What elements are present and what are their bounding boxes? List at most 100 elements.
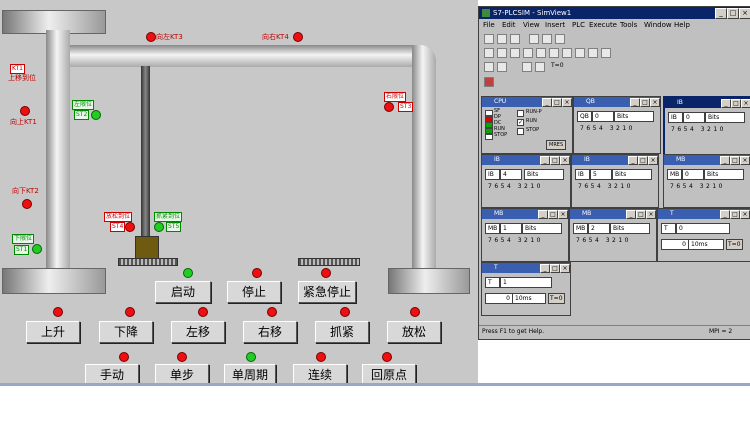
- loosen-button[interactable]: 放松: [387, 321, 441, 343]
- mb0-close-button[interactable]: ×: [740, 156, 750, 165]
- timer0-reset-button[interactable]: T=0: [726, 239, 743, 250]
- menu-plc[interactable]: PLC: [572, 20, 585, 31]
- mb1-format-dropdown[interactable]: Bits: [522, 223, 562, 234]
- continuous-cycle-icon[interactable]: [484, 62, 494, 72]
- menu-window[interactable]: Window: [644, 20, 672, 31]
- continuous-button[interactable]: 连续: [293, 364, 347, 383]
- menu-file[interactable]: File: [483, 20, 495, 31]
- ib4-close-button[interactable]: ×: [560, 156, 570, 165]
- timer1-maximize-button[interactable]: □: [550, 264, 560, 273]
- qb0-area[interactable]: QB: [577, 111, 592, 122]
- ib0-maximize-button[interactable]: □: [731, 99, 741, 108]
- timer1-reset-button[interactable]: T=0: [548, 293, 565, 304]
- insert-counter-icon[interactable]: [536, 48, 546, 58]
- ib4-maximize-button[interactable]: □: [550, 156, 560, 165]
- timer0-area[interactable]: T: [661, 223, 676, 234]
- mb1-minimize-button[interactable]: _: [538, 210, 548, 219]
- mb1-close-button[interactable]: ×: [558, 210, 568, 219]
- timer1-area[interactable]: T: [485, 277, 500, 288]
- ib0-address[interactable]: 0: [683, 112, 705, 123]
- insert-block-icon[interactable]: [588, 48, 598, 58]
- insert-variable-icon[interactable]: [549, 48, 559, 58]
- mb1-area[interactable]: MB: [485, 223, 500, 234]
- qb0-format-dropdown[interactable]: Bits: [614, 111, 654, 122]
- run-p-checkbox[interactable]: [517, 110, 524, 117]
- ib5-maximize-button[interactable]: □: [638, 156, 648, 165]
- manual-button[interactable]: 手动: [85, 364, 139, 383]
- menu-execute[interactable]: Execute: [589, 20, 617, 31]
- menu-tools[interactable]: Tools: [620, 20, 637, 31]
- cpu-maximize-button[interactable]: □: [552, 98, 562, 107]
- timer0-value[interactable]: 0: [661, 239, 689, 250]
- timer1-address[interactable]: 1: [500, 277, 552, 288]
- menu-insert[interactable]: Insert: [545, 20, 565, 31]
- run-checkbox[interactable]: ✓: [517, 119, 524, 126]
- left-button[interactable]: 左移: [171, 321, 225, 343]
- mb0-minimize-button[interactable]: _: [720, 156, 730, 165]
- single-step-button[interactable]: 单步: [155, 364, 209, 383]
- up-button[interactable]: 上升: [26, 321, 80, 343]
- ib0-close-button[interactable]: ×: [741, 99, 750, 108]
- menu-edit[interactable]: Edit: [502, 20, 516, 31]
- timer0-base-dropdown[interactable]: 10ms: [688, 239, 724, 250]
- ib5-area[interactable]: IB: [575, 169, 590, 180]
- maximize-button[interactable]: □: [727, 8, 739, 19]
- qb0-close-button[interactable]: ×: [650, 98, 660, 107]
- ib4-format-dropdown[interactable]: Bits: [524, 169, 564, 180]
- menu-view[interactable]: View: [523, 20, 540, 31]
- single-cycle-button[interactable]: 单周期: [224, 364, 276, 383]
- cascade-windows-icon[interactable]: [601, 48, 611, 58]
- insert-input-icon[interactable]: [484, 48, 494, 58]
- mres-button[interactable]: MRES: [546, 140, 567, 150]
- ib5-address[interactable]: 5: [590, 169, 612, 180]
- timer1-minimize-button[interactable]: _: [540, 264, 550, 273]
- insert-bit-memory-icon[interactable]: [510, 48, 520, 58]
- timer1-base-dropdown[interactable]: 10ms: [512, 293, 546, 304]
- down-button[interactable]: 下降: [99, 321, 153, 343]
- cpu-minimize-button[interactable]: _: [542, 98, 552, 107]
- ib0-format-dropdown[interactable]: Bits: [705, 112, 745, 123]
- single-cycle-icon[interactable]: [497, 62, 507, 72]
- close-button[interactable]: ×: [739, 8, 750, 19]
- ib5-format-dropdown[interactable]: Bits: [612, 169, 652, 180]
- qb0-maximize-button[interactable]: □: [640, 98, 650, 107]
- ib5-minimize-button[interactable]: _: [628, 156, 638, 165]
- timer0-address[interactable]: 0: [676, 223, 730, 234]
- mb2-maximize-button[interactable]: □: [636, 210, 646, 219]
- timer1-close-button[interactable]: ×: [560, 264, 570, 273]
- timer0-close-button[interactable]: ×: [740, 210, 750, 219]
- home-button[interactable]: 回原点: [362, 364, 416, 383]
- emergency-stop-button[interactable]: 紧急停止: [298, 281, 356, 303]
- menu-help[interactable]: Help: [674, 20, 690, 31]
- open-icon[interactable]: [497, 34, 507, 44]
- paste-icon[interactable]: [555, 34, 565, 44]
- clamp-button[interactable]: 抓紧: [315, 321, 369, 343]
- save-icon[interactable]: [510, 34, 520, 44]
- ib0-area[interactable]: IB: [668, 112, 683, 123]
- timer-reset-label[interactable]: T=0: [551, 62, 564, 69]
- mb2-format-dropdown[interactable]: Bits: [610, 223, 650, 234]
- copy-icon[interactable]: [542, 34, 552, 44]
- cpu-close-button[interactable]: ×: [562, 98, 572, 107]
- stop-button[interactable]: 停止: [227, 281, 281, 303]
- mb0-address[interactable]: 0: [682, 169, 704, 180]
- cut-icon[interactable]: [529, 34, 539, 44]
- insert-output-icon[interactable]: [497, 48, 507, 58]
- mb1-maximize-button[interactable]: □: [548, 210, 558, 219]
- insert-timer-icon[interactable]: [523, 48, 533, 58]
- ib4-minimize-button[interactable]: _: [540, 156, 550, 165]
- ib4-area[interactable]: IB: [485, 169, 500, 180]
- mb1-address[interactable]: 1: [500, 223, 522, 234]
- pause-icon[interactable]: [522, 62, 532, 72]
- timer0-maximize-button[interactable]: □: [730, 210, 740, 219]
- next-cycle-icon[interactable]: [535, 62, 545, 72]
- qb0-address[interactable]: 0: [592, 111, 614, 122]
- ib0-minimize-button[interactable]: _: [721, 99, 731, 108]
- minimize-button[interactable]: _: [715, 8, 727, 19]
- insert-accumulator-icon[interactable]: [575, 48, 585, 58]
- timer0-minimize-button[interactable]: _: [720, 210, 730, 219]
- breakpoint-icon[interactable]: [484, 77, 494, 87]
- mb2-area[interactable]: MB: [573, 223, 588, 234]
- mb2-address[interactable]: 2: [588, 223, 610, 234]
- mb0-maximize-button[interactable]: □: [730, 156, 740, 165]
